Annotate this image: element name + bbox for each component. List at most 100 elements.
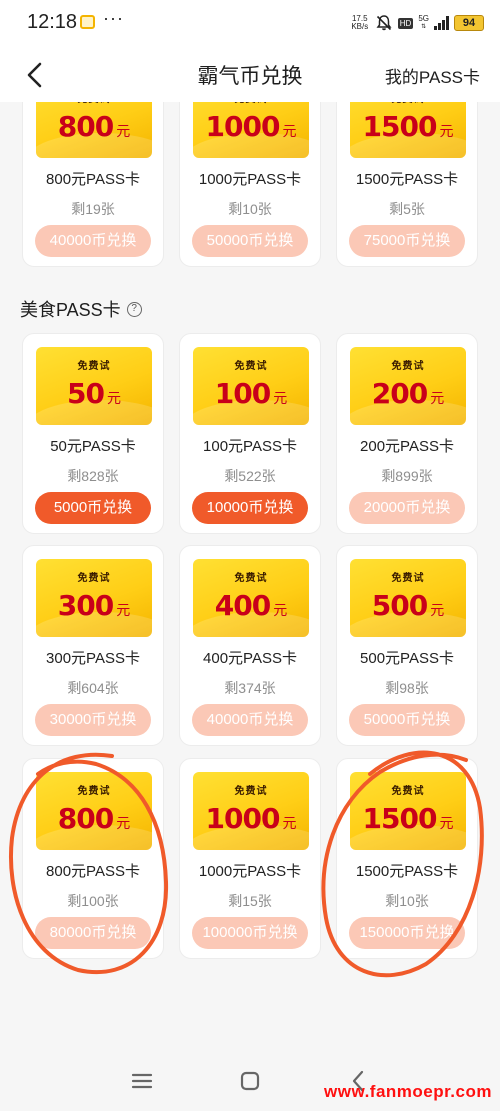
- pass-card-500[interactable]: 免费试 500 元 500元PASS卡 剩98张 50000币兑换: [336, 545, 478, 746]
- back-button[interactable]: [18, 58, 52, 92]
- coupon-graphic: 免费试 100 元: [193, 347, 309, 425]
- coupon-amount: 800: [57, 802, 114, 835]
- pass-card-1500-top[interactable]: 免费试 1500元 1500元PASS卡 剩5张 75000币兑换: [336, 102, 478, 267]
- coupon-amount: 1000: [205, 802, 281, 835]
- redeem-button[interactable]: 100000币兑换: [192, 917, 308, 949]
- coupon-value: 500 元: [350, 589, 466, 622]
- coupon-unit: 元: [439, 123, 454, 139]
- card-title: 1500元PASS卡: [355, 171, 459, 188]
- redeem-button[interactable]: 20000币兑换: [349, 492, 465, 524]
- coupon-unit: 元: [106, 390, 121, 406]
- network-type: 5G ⇅: [418, 14, 429, 31]
- redeem-button[interactable]: 40000币兑换: [35, 225, 151, 257]
- card-stock: 剩5张: [389, 201, 425, 217]
- pass-card-1000[interactable]: 免费试 1000 元 1000元PASS卡 剩15张 100000币兑换: [179, 758, 321, 959]
- card-stock: 剩374张: [224, 680, 276, 696]
- redeem-button[interactable]: 80000币兑换: [35, 917, 151, 949]
- coupon-amount: 1000: [205, 110, 281, 143]
- coupon-tag: 免费试: [77, 573, 111, 584]
- signal-bars-icon: [434, 16, 449, 30]
- coupon-unit: 元: [430, 602, 445, 618]
- card-title: 1000元PASS卡: [198, 171, 302, 188]
- network-type-label: 5G: [418, 14, 429, 23]
- coupon-value: 400 元: [193, 589, 309, 622]
- redeem-button[interactable]: 10000币兑换: [192, 492, 308, 524]
- coupon-tag: 免费试: [391, 361, 425, 372]
- more-notifications-icon: ···: [103, 8, 124, 28]
- coupon-tag: 免费试: [391, 573, 425, 584]
- pass-card-800[interactable]: 免费试 800 元 800元PASS卡 剩100张 80000币兑换: [22, 758, 164, 959]
- coupon-tag: 免费试: [193, 102, 309, 105]
- coupon-graphic: 免费试 1000元: [193, 102, 309, 158]
- coupon-value: 800 元: [36, 110, 152, 143]
- coupon-graphic: 免费试 500 元: [350, 559, 466, 637]
- coupon-amount: 300: [57, 589, 114, 622]
- status-bar: 12:18 ··· 17.5 KB/s HD 5G ⇅ 94: [0, 0, 500, 46]
- coupon-tag: 免费试: [234, 361, 268, 372]
- redeem-button[interactable]: 40000币兑换: [192, 704, 308, 736]
- battery-icon: 94: [454, 15, 484, 31]
- section-title: 美食PASS卡: [20, 300, 121, 320]
- coupon-amount: 500: [371, 589, 428, 622]
- pass-card-800-top[interactable]: 免费试 800元 800元PASS卡 剩19张 40000币兑换: [22, 102, 164, 267]
- coupon-value: 1500 元: [350, 110, 466, 143]
- coupon-graphic: 免费试 400 元: [193, 559, 309, 637]
- pass-card-1500[interactable]: 免费试 1500 元 1500元PASS卡 剩10张 150000币兑换: [336, 758, 478, 959]
- redeem-button[interactable]: 5000币兑换: [35, 492, 151, 524]
- redeem-button[interactable]: 50000币兑换: [192, 225, 308, 257]
- coupon-tag: 免费试: [350, 102, 466, 105]
- card-title: 400元PASS卡: [203, 650, 297, 667]
- pass-card-50[interactable]: 免费试 50 元 50元PASS卡 剩828张 5000币兑换: [22, 333, 164, 534]
- coupon-unit: 元: [273, 602, 288, 618]
- card-stock: 剩10张: [228, 201, 272, 217]
- status-time: 12:18: [27, 11, 78, 33]
- coupon-unit: 元: [282, 815, 297, 831]
- exchange-list[interactable]: 免费试 800元 800元PASS卡 剩19张 40000币兑换 免费试 100…: [0, 102, 500, 1050]
- card-stock: 剩604张: [67, 680, 119, 696]
- coupon-tag: 免费试: [36, 102, 152, 105]
- card-stock: 剩100张: [67, 893, 119, 909]
- pass-card-400[interactable]: 免费试 400 元 400元PASS卡 剩374张 40000币兑换: [179, 545, 321, 746]
- mute-bell-icon: [376, 15, 392, 31]
- coupon-amount: 100: [214, 377, 271, 410]
- coupon-value: 1000 元: [193, 110, 309, 143]
- system-navigation-bar: www.fanmoepr.com: [0, 1050, 500, 1111]
- coupon-unit: 元: [439, 815, 454, 831]
- home-square-icon[interactable]: [235, 1066, 265, 1096]
- coupon-tag: 免费试: [234, 786, 268, 797]
- card-stock: 剩19张: [71, 201, 115, 217]
- coupon-value: 50 元: [36, 377, 152, 410]
- card-title: 200元PASS卡: [360, 438, 454, 455]
- pass-card-300[interactable]: 免费试 300 元 300元PASS卡 剩604张 30000币兑换: [22, 545, 164, 746]
- coupon-graphic: 免费试 300 元: [36, 559, 152, 637]
- coupon-graphic: 免费试 50 元: [36, 347, 152, 425]
- redeem-button[interactable]: 150000币兑换: [349, 917, 465, 949]
- coupon-value: 1500 元: [350, 802, 466, 835]
- pass-card-1000-top[interactable]: 免费试 1000元 1000元PASS卡 剩10张 50000币兑换: [179, 102, 321, 267]
- card-stock: 剩828张: [67, 468, 119, 484]
- card-title: 800元PASS卡: [46, 171, 140, 188]
- coupon-amount: 1500: [362, 110, 438, 143]
- hd-badge: HD: [397, 17, 414, 29]
- coupon-graphic: 免费试 800元: [36, 102, 152, 158]
- card-stock: 剩15张: [228, 893, 272, 909]
- redeem-button[interactable]: 75000币兑换: [349, 225, 465, 257]
- coupon-unit: 元: [116, 815, 131, 831]
- card-title: 50元PASS卡: [50, 438, 136, 455]
- pass-card-100[interactable]: 免费试 100 元 100元PASS卡 剩522张 10000币兑换: [179, 333, 321, 534]
- redeem-button[interactable]: 50000币兑换: [349, 704, 465, 736]
- watermark: www.fanmoepr.com: [324, 1082, 492, 1101]
- status-indicators: 17.5 KB/s HD 5G ⇅ 94: [350, 13, 484, 33]
- coupon-amount: 200: [371, 377, 428, 410]
- card-title: 100元PASS卡: [203, 438, 297, 455]
- coupon-value: 1000 元: [193, 802, 309, 835]
- card-stock: 剩899张: [381, 468, 433, 484]
- coupon-value: 200 元: [350, 377, 466, 410]
- pass-card-200[interactable]: 免费试 200 元 200元PASS卡 剩899张 20000币兑换: [336, 333, 478, 534]
- notification-app-icon: [80, 15, 95, 29]
- coupon-tag: 免费试: [77, 786, 111, 797]
- menu-icon[interactable]: [127, 1066, 157, 1096]
- my-pass-card-link[interactable]: 我的PASS卡: [385, 63, 480, 88]
- redeem-button[interactable]: 30000币兑换: [35, 704, 151, 736]
- question-circle-icon[interactable]: ?: [126, 301, 142, 317]
